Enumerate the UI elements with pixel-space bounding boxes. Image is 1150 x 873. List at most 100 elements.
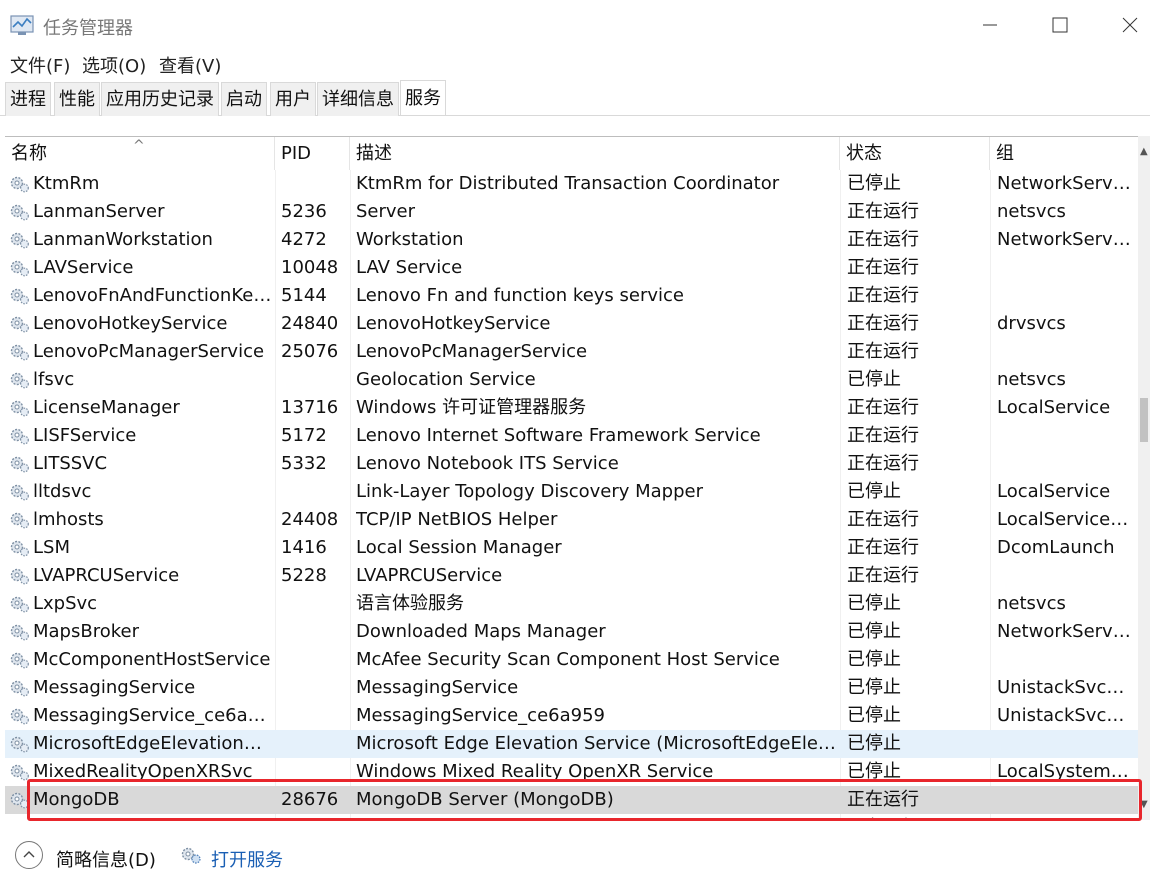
close-icon [1122, 17, 1138, 33]
service-gear-icon [10, 736, 29, 753]
cell-name: LSM [33, 537, 70, 558]
cell-group [997, 562, 1135, 590]
tab-startup[interactable]: 启动 [221, 82, 267, 116]
cell-status: 已停止 [847, 649, 901, 670]
table-row[interactable]: MicrosoftEdgeElevationSe... Microsoft Edg… [5, 730, 1140, 758]
table-row[interactable]: LenovoHotkeyService 24840 LenovoHotkeyServ… [5, 310, 1140, 338]
table-row[interactable]: McComponentHostService McAfee Security Sc… [5, 646, 1140, 674]
cell-name: lmhosts [33, 509, 104, 530]
cell-pid: 13716 [281, 397, 339, 418]
cell-status: 正在运行 [847, 453, 919, 474]
cell-description: Microsoft Edge Elevation Service (Micros… [356, 733, 838, 754]
fewer-details-label[interactable]: 简略信息(D) [56, 846, 156, 872]
cell-name: MicrosoftEdgeElevationSe... [33, 733, 273, 754]
table-row[interactable]: LxpSvc 语言体验服务 已停止 netsvcs [5, 590, 1140, 618]
table-row[interactable]: LISFService 5172 Lenovo Internet Software … [5, 422, 1140, 450]
menu-options[interactable]: 选项(O) [82, 52, 146, 78]
cell-description: Server [356, 201, 416, 222]
table-row[interactable]: lmhosts 24408 TCP/IP NetBIOS Helper 正在运行 Loc… [5, 506, 1140, 534]
cell-group [997, 450, 1135, 478]
chevron-up-icon [23, 851, 35, 858]
service-gear-icon [10, 456, 29, 473]
cell-name: LenovoFnAndFunctionKeys [33, 285, 273, 306]
maximize-button[interactable] [1025, 0, 1095, 50]
table-row[interactable]: LanmanServer 5236 Server 正在运行 netsvcs [5, 198, 1140, 226]
open-services-link[interactable]: 打开服务 [211, 846, 283, 872]
vertical-scrollbar[interactable]: ▲ ▼ [1138, 136, 1150, 820]
cell-status: 已停止 [847, 733, 901, 754]
cell-group: UnistackSvcGr... [997, 677, 1135, 698]
cell-description: LAV Service [356, 257, 463, 278]
table-row[interactable]: LSM 1416 Local Session Manager 正在运行 DcomLaun… [5, 534, 1140, 562]
cell-status: 已停止 [847, 621, 901, 642]
table-row[interactable]: KtmRm KtmRm for Distributed Transaction C… [5, 170, 1140, 198]
close-button[interactable] [1095, 0, 1150, 50]
scrollbar-thumb[interactable] [1140, 398, 1148, 442]
table-row[interactable]: LenovoPcManagerService 25076 LenovoPcManag… [5, 338, 1140, 366]
column-header-description[interactable]: 描述 [350, 137, 840, 170]
scroll-up-icon[interactable]: ▲ [1140, 146, 1148, 157]
table-row[interactable]: lfsvc Geolocation Service 已停止 netsvcs [5, 366, 1140, 394]
cell-group: netsvcs [997, 201, 1066, 222]
table-row[interactable]: MessagingService_ce6a959 MessagingService… [5, 702, 1140, 730]
tab-users[interactable]: 用户 [270, 82, 316, 116]
tab-bar: 进程 性能 应用历史记录 启动 用户 详细信息 服务 [0, 80, 1150, 116]
task-manager-icon [10, 15, 34, 35]
cell-name: LicenseManager [33, 397, 180, 418]
cell-name: LISFService [33, 425, 137, 446]
cell-group: UnistackSvcGr... [997, 705, 1135, 726]
table-row[interactable]: LenovoFnAndFunctionKeys 5144 Lenovo Fn and… [5, 282, 1140, 310]
cell-description: LenovoPcManagerService [356, 341, 588, 362]
cell-status: 正在运行 [847, 425, 919, 446]
service-gear-icon [10, 344, 29, 361]
table-row[interactable]: LITSSVC 5332 Lenovo Notebook ITS Service 正在… [5, 450, 1140, 478]
cell-description: KtmRm for Distributed Transaction Coordi… [356, 173, 780, 194]
column-header-status[interactable]: 状态 [840, 137, 990, 170]
column-header-pid[interactable]: PID [275, 137, 350, 170]
cell-status: 正在运行 [847, 537, 919, 558]
cell-status: 正在运行 [847, 201, 919, 222]
table-row[interactable]: MapsBroker Downloaded Maps Manager 已停止 Netw… [5, 618, 1140, 646]
fewer-details-button[interactable] [15, 841, 43, 869]
service-gear-icon [10, 624, 29, 641]
service-gear-icon [10, 232, 29, 249]
menu-bar: 文件(F) 选项(O) 查看(V) [0, 50, 1150, 80]
table-row[interactable]: LAVService 10048 LAV Service 正在运行 [5, 254, 1140, 282]
column-header-name[interactable]: ^ 名称 [5, 137, 275, 170]
table-row[interactable]: LVAPRCUService 5228 LVAPRCUService 正在运行 [5, 562, 1140, 590]
menu-file[interactable]: 文件(F) [10, 52, 70, 78]
cell-name: LAVService [33, 257, 134, 278]
cell-status: 已停止 [847, 173, 901, 194]
column-header-group[interactable]: 组 [990, 137, 1140, 170]
cell-group [997, 254, 1135, 282]
cell-pid: 24840 [281, 313, 339, 334]
title-bar[interactable]: 任务管理器 [0, 0, 1150, 50]
minimize-button[interactable] [955, 0, 1025, 50]
cell-status: 已停止 [847, 593, 901, 614]
cell-description: Geolocation Service [356, 369, 536, 390]
table-row[interactable]: MessagingService MessagingService 已停止 Unist… [5, 674, 1140, 702]
cell-description: Local Session Manager [356, 537, 562, 558]
tab-details[interactable]: 详细信息 [317, 82, 399, 116]
window-title: 任务管理器 [43, 18, 133, 39]
table-row[interactable]: lltdsvc Link-Layer Topology Discovery Map… [5, 478, 1140, 506]
table-row[interactable]: LanmanWorkstation 4272 Workstation 正在运行 Netw… [5, 226, 1140, 254]
tab-performance[interactable]: 性能 [54, 82, 100, 116]
cell-pid: 25076 [281, 341, 339, 362]
cell-pid [281, 590, 351, 618]
cell-name: LanmanServer [33, 201, 165, 222]
cell-description: 语言体验服务 [356, 593, 464, 614]
cell-pid [281, 646, 351, 674]
cell-pid [281, 702, 351, 730]
cell-group [997, 422, 1135, 450]
cell-name: LVAPRCUService [33, 565, 180, 586]
cell-description: Downloaded Maps Manager [356, 621, 606, 642]
tab-services[interactable]: 服务 [400, 80, 446, 115]
menu-view[interactable]: 查看(V) [159, 52, 221, 78]
cell-status: 已停止 [847, 369, 901, 390]
tab-processes[interactable]: 进程 [5, 82, 51, 116]
tab-app-history[interactable]: 应用历史记录 [101, 82, 219, 116]
cell-pid: 10048 [281, 257, 339, 278]
table-row[interactable]: LicenseManager 13716 Windows 许可证管理器服务 正在运行 L… [5, 394, 1140, 422]
cell-status: 已停止 [847, 677, 901, 698]
